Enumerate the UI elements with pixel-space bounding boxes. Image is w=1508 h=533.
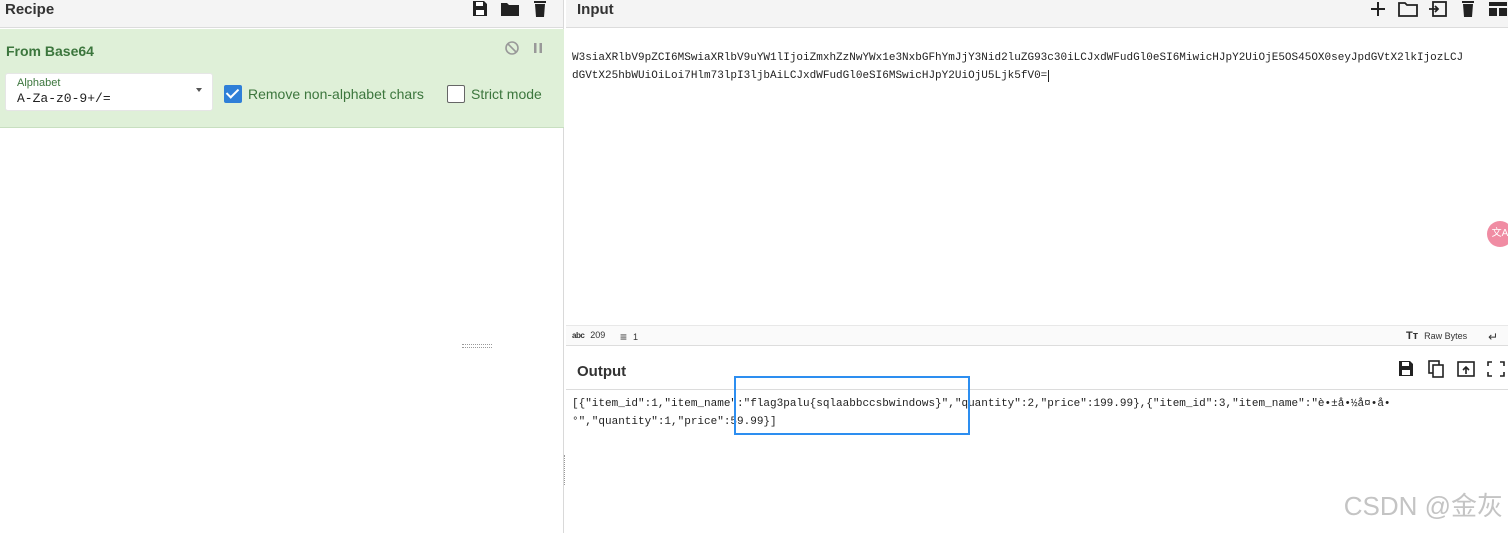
save-recipe-icon[interactable] <box>470 0 490 18</box>
input-title: Input <box>577 1 614 18</box>
replace-input-icon[interactable] <box>1456 360 1476 378</box>
output-line: [{"item_id":1,"item_name":"flag3palu{sql… <box>572 398 1391 410</box>
save-output-icon[interactable] <box>1396 360 1416 378</box>
clear-recipe-trash-icon[interactable] <box>530 0 550 18</box>
open-folder-icon[interactable] <box>1398 0 1418 18</box>
line-count: 1 <box>633 332 639 342</box>
add-input-tab-icon[interactable] <box>1368 0 1388 18</box>
copy-output-icon[interactable] <box>1426 360 1446 378</box>
input-header: Input <box>566 0 1508 28</box>
output-textarea[interactable]: [{"item_id":1,"item_name":"flag3palu{sql… <box>572 395 1391 431</box>
remove-non-alphabet-checkbox[interactable]: Remove non-alphabet chars <box>224 85 424 103</box>
remove-non-alphabet-label: Remove non-alphabet chars <box>248 86 424 102</box>
eol-return-icon[interactable]: ↵ <box>1488 330 1498 344</box>
input-status-bar: abc 209 ≡ 1 Tт Raw Bytes ↵ <box>566 325 1508 345</box>
strict-mode-label: Strict mode <box>471 86 542 102</box>
recipe-title: Recipe <box>5 1 55 18</box>
input-line: W3siaXRlbV9pZCI6MSwiaXRlbV9uYW1lIjoiZmxh… <box>572 52 1464 64</box>
alphabet-label: Alphabet <box>17 77 61 89</box>
recipe-panel: Recipe From Base64 Alphabet A-Za-z0-9+/=… <box>0 0 564 533</box>
operation-title: From Base64 <box>6 43 94 59</box>
recipe-header: Recipe <box>0 0 563 28</box>
output-title: Output <box>577 363 627 380</box>
pause-operation-icon[interactable] <box>530 40 546 56</box>
chevron-down-icon <box>196 88 202 92</box>
raw-bytes-label[interactable]: Raw Bytes <box>1424 331 1467 341</box>
chars-icon: abc <box>572 330 585 340</box>
flag-highlight-box <box>734 376 970 435</box>
panel-resize-handle[interactable] <box>462 344 492 348</box>
char-count: 209 <box>590 330 606 340</box>
input-panel: Input W3siaXRlbV9pZCI6MSwiaXRlbV9uYW1lIj… <box>566 0 1508 346</box>
disable-operation-icon[interactable] <box>504 40 520 56</box>
translate-icon[interactable]: 文A <box>1487 221 1508 247</box>
checkbox-checked-icon[interactable] <box>224 85 242 103</box>
layout-grid-icon[interactable] <box>1488 0 1508 18</box>
input-textarea[interactable]: W3siaXRlbV9pZCI6MSwiaXRlbV9uYW1lIjoiZmxh… <box>572 49 1463 85</box>
text-format-icon[interactable]: Tт <box>1406 330 1418 342</box>
clear-input-trash-icon[interactable] <box>1458 0 1478 18</box>
watermark: CSDN @金灰 <box>1343 491 1503 521</box>
output-line: °","quantity":1,"price":59.99}] <box>572 416 777 428</box>
alphabet-select[interactable]: Alphabet A-Za-z0-9+/= <box>6 74 212 110</box>
checkbox-unchecked-icon[interactable] <box>447 85 465 103</box>
input-line: dGVtX25hbWUiOiLoi7Hlm73lpI3ljbAiLCJxdWFu… <box>572 70 1050 82</box>
maximise-icon[interactable] <box>1486 360 1506 378</box>
open-file-icon[interactable] <box>1428 0 1448 18</box>
output-header: Output <box>566 352 1508 390</box>
strict-mode-checkbox[interactable]: Strict mode <box>447 85 542 103</box>
operation-from-base64[interactable]: From Base64 Alphabet A-Za-z0-9+/= Remove… <box>0 29 564 128</box>
load-recipe-folder-icon[interactable] <box>500 0 520 18</box>
lines-icon: ≡ <box>620 330 628 344</box>
alphabet-value: A-Za-z0-9+/= <box>17 91 111 106</box>
